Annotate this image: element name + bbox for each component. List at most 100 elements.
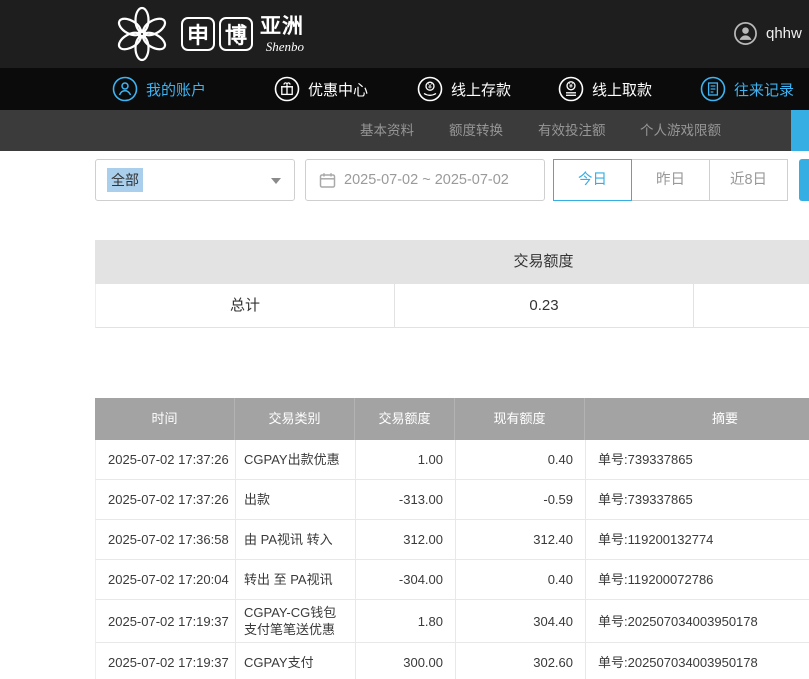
summary-total-value: 0.23 <box>395 284 694 327</box>
cell-time: 2025-07-02 17:37:26 <box>96 480 236 519</box>
cell-amount: 1.00 <box>356 440 456 479</box>
subnav-active-tab-partial[interactable] <box>791 110 809 151</box>
svg-text:¥: ¥ <box>428 84 432 91</box>
brand-char-1: 申 <box>181 17 215 51</box>
cell-balance: 312.40 <box>456 520 586 559</box>
nav-item-my-account[interactable]: 我的账户 <box>112 68 206 110</box>
nav-item-deposit[interactable]: ¥ 线上存款 <box>417 68 511 110</box>
summary-table: 交易额度 总计 0.23 <box>95 240 809 328</box>
category-select[interactable]: 全部 <box>95 159 295 201</box>
cell-time: 2025-07-02 17:20:04 <box>96 560 236 599</box>
table-row: 2025-07-02 17:37:26 CGPAY出款优惠 1.00 0.40 … <box>95 440 809 480</box>
brand-logo[interactable]: 申 博 亚洲 Shenbo <box>113 5 304 63</box>
cell-note: 单号:739337865 <box>586 440 809 479</box>
summary-header-label: 交易额度 <box>394 240 693 284</box>
quick-range-group: 今日 昨日 近8日 <box>553 159 788 201</box>
cell-balance: 302.60 <box>456 643 586 679</box>
cell-amount: -313.00 <box>356 480 456 519</box>
table-row: 2025-07-02 17:19:37 CGPAY-CG钱包支付笔笔送优惠 1.… <box>95 600 809 643</box>
top-header: 申 博 亚洲 Shenbo qhhw <box>0 0 809 68</box>
user-circle-icon <box>112 76 138 102</box>
nav-item-label: 线上存款 <box>451 79 511 100</box>
last-8-days-button[interactable]: 近8日 <box>709 159 788 201</box>
cell-type: CGPAY支付 <box>236 643 356 679</box>
cell-amount: 312.00 <box>356 520 456 559</box>
summary-total-label: 总计 <box>96 284 395 327</box>
column-header-time: 时间 <box>95 398 235 440</box>
cell-balance: 0.40 <box>456 440 586 479</box>
flower-logo-icon <box>113 5 171 63</box>
cell-type: 出款 <box>236 480 356 519</box>
cell-type: 由 PA视讯 转入 <box>236 520 356 559</box>
brand-romanized: Shenbo <box>266 39 304 54</box>
cut-off-blue-button[interactable] <box>799 159 809 201</box>
summary-empty-cell <box>694 284 809 327</box>
nav-item-label: 往来记录 <box>734 79 794 100</box>
category-select-value: 全部 <box>107 168 143 192</box>
cell-balance: 0.40 <box>456 560 586 599</box>
main-nav: 我的账户 优惠中心 ¥ 线上存款 <box>0 68 809 110</box>
cell-time: 2025-07-02 17:36:58 <box>96 520 236 559</box>
cell-note: 单号:119200072786 <box>586 560 809 599</box>
subnav-item-valid-bets[interactable]: 有效投注额 <box>538 110 606 151</box>
nav-item-label: 我的账户 <box>146 79 206 100</box>
cell-time: 2025-07-02 17:37:26 <box>96 440 236 479</box>
date-range-field[interactable]: 2025-07-02 ~ 2025-07-02 <box>305 159 545 201</box>
cell-amount: 300.00 <box>356 643 456 679</box>
calendar-icon <box>319 172 336 189</box>
nav-item-records[interactable]: 往来记录 <box>700 68 794 110</box>
coin-hand-icon: ¥ <box>417 76 443 102</box>
summary-total-row: 总计 0.23 <box>95 284 809 328</box>
cell-amount: -304.00 <box>356 560 456 599</box>
summary-header-spacer <box>95 240 394 284</box>
cell-type: 转出 至 PA视讯 <box>236 560 356 599</box>
column-header-note: 摘要 <box>585 398 809 440</box>
column-header-amount: 交易额度 <box>355 398 455 440</box>
date-range-value: 2025-07-02 ~ 2025-07-02 <box>344 160 509 200</box>
sub-nav: 基本资料 额度转换 有效投注额 个人游戏限额 <box>0 110 809 151</box>
yesterday-button[interactable]: 昨日 <box>631 159 710 201</box>
nav-item-label: 优惠中心 <box>308 79 368 100</box>
table-row: 2025-07-02 17:19:37 CGPAY支付 300.00 302.6… <box>95 643 809 679</box>
summary-header-row: 交易额度 <box>95 240 809 284</box>
cell-type: CGPAY出款优惠 <box>236 440 356 479</box>
cell-note: 单号:119200132774 <box>586 520 809 559</box>
column-header-type: 交易类别 <box>235 398 355 440</box>
table-row: 2025-07-02 17:36:58 由 PA视讯 转入 312.00 312… <box>95 520 809 560</box>
gift-icon <box>274 76 300 102</box>
table-row: 2025-07-02 17:20:04 转出 至 PA视讯 -304.00 0.… <box>95 560 809 600</box>
subnav-item-credit-transfer[interactable]: 额度转换 <box>449 110 503 151</box>
summary-header-spacer-right <box>693 240 809 284</box>
cell-time: 2025-07-02 17:19:37 <box>96 643 236 679</box>
table-header-row: 时间 交易类别 交易额度 现有额度 摘要 <box>95 398 809 440</box>
today-button[interactable]: 今日 <box>553 159 632 201</box>
chevron-down-icon <box>271 178 281 184</box>
cell-type: CGPAY-CG钱包支付笔笔送优惠 <box>236 600 356 642</box>
nav-item-promotions[interactable]: 优惠中心 <box>274 68 368 110</box>
transactions-table: 时间 交易类别 交易额度 现有额度 摘要 2025-07-02 17:37:26… <box>95 398 809 679</box>
document-yen-icon <box>700 76 726 102</box>
subnav-item-basic-info[interactable]: 基本资料 <box>360 110 414 151</box>
filter-bar: 全部 2025-07-02 ~ 2025-07-02 今日 昨日 近8日 <box>0 151 809 211</box>
user-account[interactable]: qhhw <box>733 21 802 46</box>
column-header-balance: 现有额度 <box>455 398 585 440</box>
nav-item-label: 线上取款 <box>592 79 652 100</box>
cell-note: 单号:202507034003950178 <box>586 600 809 642</box>
brand-char-2: 博 <box>219 17 253 51</box>
brand-region: 亚洲 <box>260 15 304 39</box>
table-row: 2025-07-02 17:37:26 出款 -313.00 -0.59 单号:… <box>95 480 809 520</box>
coin-withdraw-icon: ¥ <box>558 76 584 102</box>
cell-time: 2025-07-02 17:19:37 <box>96 600 236 642</box>
cell-amount: 1.80 <box>356 600 456 642</box>
cell-note: 单号:739337865 <box>586 480 809 519</box>
brand-text-block: 亚洲 Shenbo <box>260 15 304 54</box>
username: qhhw <box>766 25 802 42</box>
subnav-item-game-limits[interactable]: 个人游戏限额 <box>640 110 721 151</box>
cell-balance: -0.59 <box>456 480 586 519</box>
page: 申 博 亚洲 Shenbo qhhw 我的账户 <box>0 0 809 679</box>
svg-text:¥: ¥ <box>569 83 573 90</box>
user-avatar-icon <box>733 21 758 46</box>
cell-note: 单号:202507034003950178 <box>586 643 809 679</box>
nav-item-withdraw[interactable]: ¥ 线上取款 <box>558 68 652 110</box>
cell-balance: 304.40 <box>456 600 586 642</box>
